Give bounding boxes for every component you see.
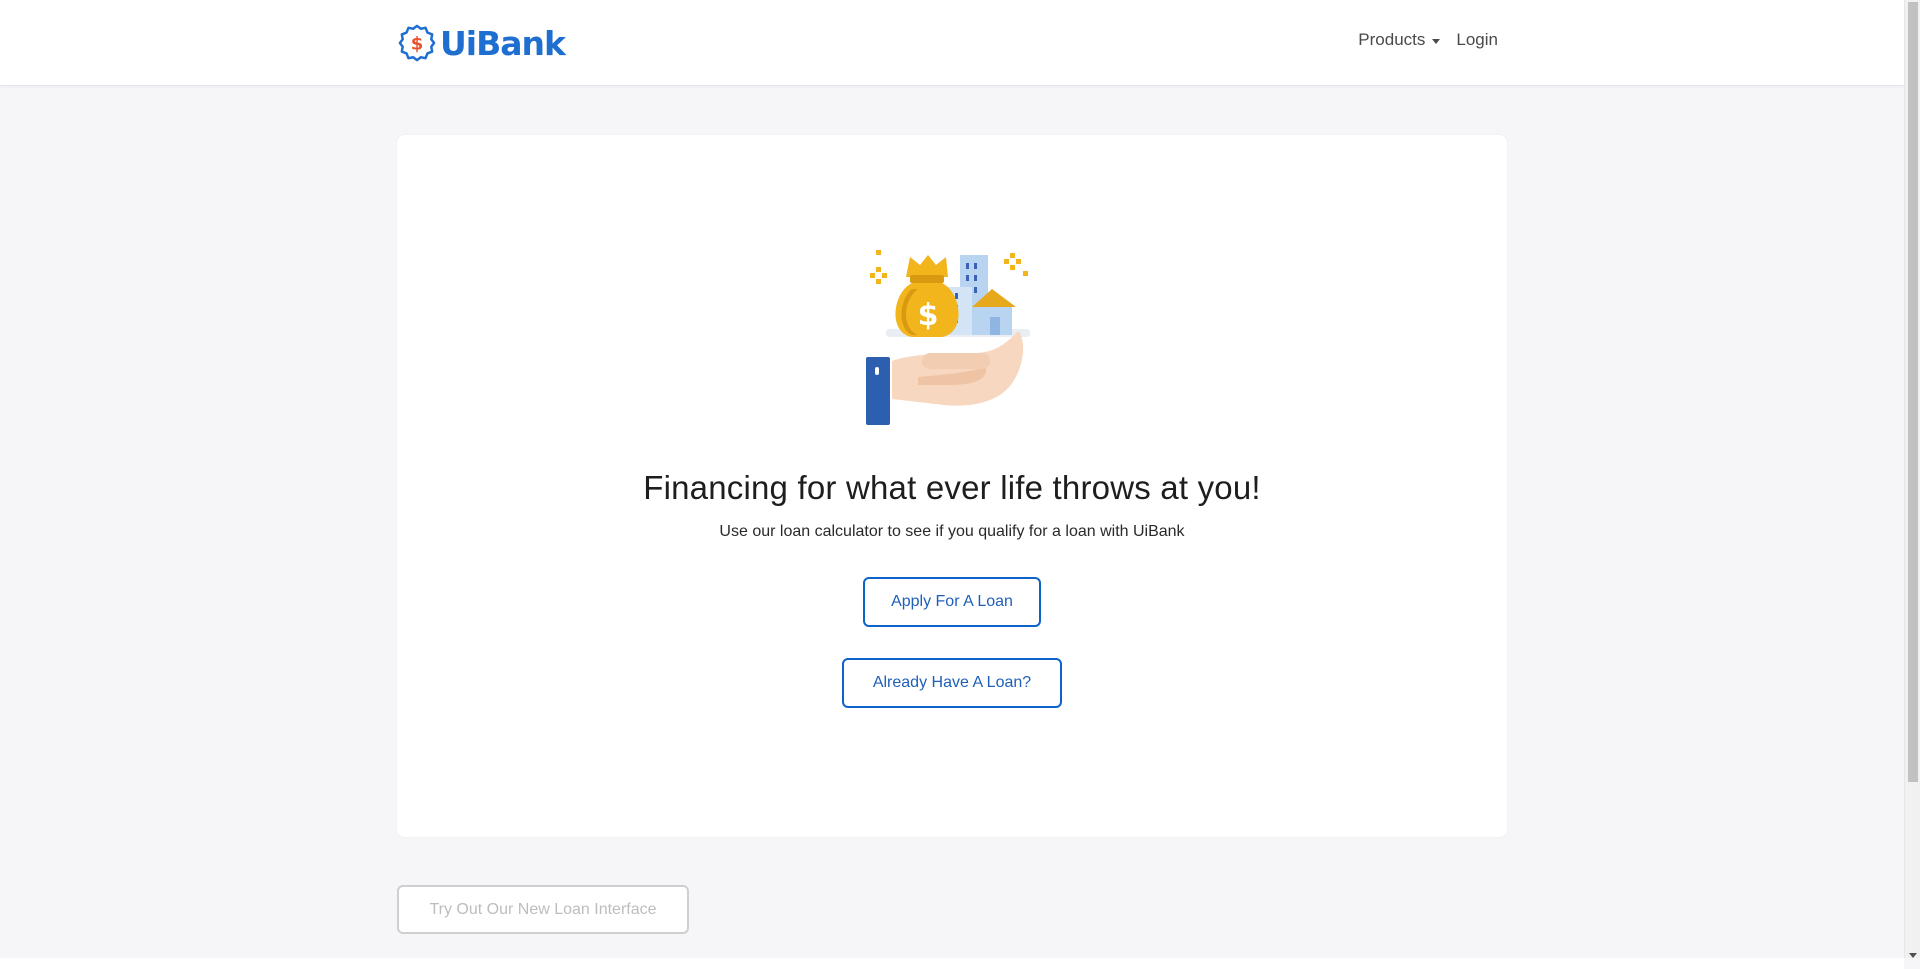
money-bag-buildings-hand-icon: $ xyxy=(866,250,1030,425)
svg-text:$: $ xyxy=(411,34,424,55)
brand-link[interactable]: $ UiBank xyxy=(398,22,566,64)
loan-hero-card: $ Financing for what ever life throws at… xyxy=(397,135,1507,837)
page-subtitle: Use our loan calculator to see if you qu… xyxy=(719,523,1185,540)
new-loan-interface-button[interactable]: Try Out Our New Loan Interface xyxy=(397,885,689,934)
nav-login-link[interactable]: Login xyxy=(1456,30,1498,50)
vertical-scrollbar[interactable] xyxy=(1904,0,1920,958)
page: $ UiBank Products Login $ Financing for … xyxy=(0,0,1920,969)
bottom-edge xyxy=(0,958,1904,969)
nav-products-label: Products xyxy=(1358,30,1426,49)
caret-down-icon xyxy=(1432,38,1441,44)
scroll-down-arrow-icon[interactable] xyxy=(1909,953,1917,958)
svg-text:$: $ xyxy=(918,298,939,333)
page-title: Financing for what ever life throws at y… xyxy=(643,469,1261,506)
dollar-badge-icon: $ xyxy=(398,24,436,62)
already-have-loan-button[interactable]: Already Have A Loan? xyxy=(842,658,1062,708)
brand-name: UiBank xyxy=(440,23,566,63)
nav-products-dropdown[interactable]: Products xyxy=(1358,30,1441,50)
apply-for-loan-button[interactable]: Apply For A Loan xyxy=(863,577,1041,627)
top-navbar: $ UiBank Products Login xyxy=(0,0,1904,86)
main-nav: Products Login xyxy=(1358,30,1498,50)
scrollbar-thumb[interactable] xyxy=(1908,2,1918,782)
